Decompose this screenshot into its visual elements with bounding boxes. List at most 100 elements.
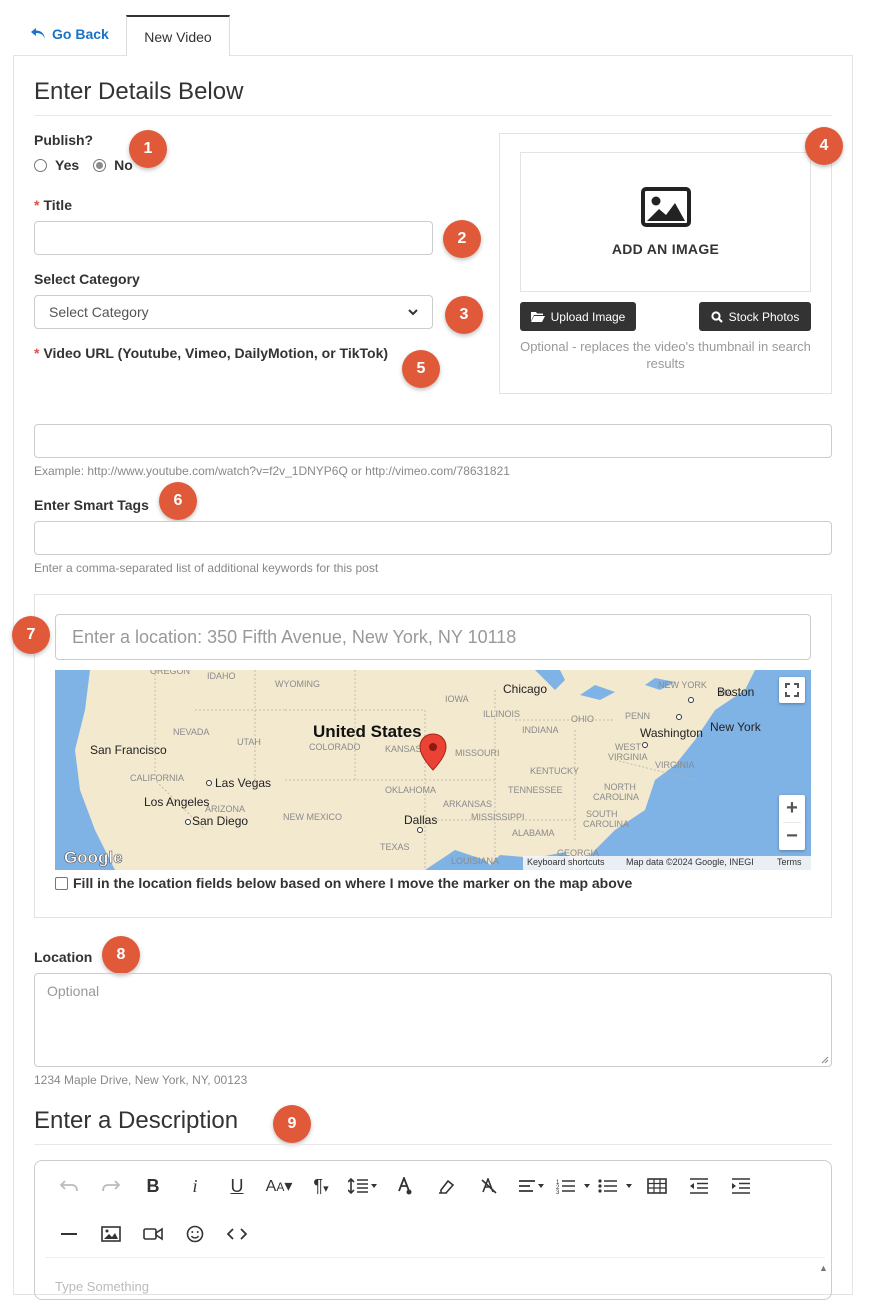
svg-text:KENTUCKY: KENTUCKY: [530, 766, 579, 776]
svg-text:CAROLINA: CAROLINA: [583, 819, 629, 829]
zoom-controls: + −: [779, 795, 805, 850]
add-image-dropzone[interactable]: ADD AN IMAGE: [520, 152, 811, 292]
svg-text:Chicago: Chicago: [503, 682, 547, 696]
category-select[interactable]: Select Category: [34, 295, 433, 329]
title-input[interactable]: [34, 221, 433, 255]
clear-format-button[interactable]: [468, 1169, 510, 1203]
location-search-input[interactable]: Enter a location: 350 Fifth Avenue, New …: [55, 614, 811, 660]
svg-text:OKLAHOMA: OKLAHOMA: [385, 785, 436, 795]
svg-text:New York: New York: [710, 720, 762, 734]
highlight-button[interactable]: [426, 1169, 468, 1203]
step-badge-9: 9: [273, 1105, 311, 1143]
svg-text:NEVADA: NEVADA: [173, 727, 209, 737]
stock-photos-button[interactable]: Stock Photos: [699, 302, 811, 331]
horizontal-rule-button[interactable]: [48, 1217, 90, 1251]
svg-text:3: 3: [556, 1190, 560, 1194]
title-label-text: Title: [43, 197, 72, 213]
rich-text-editor: B i U AA▾ ¶▾ 123 Type Something ▲: [34, 1160, 832, 1300]
fill-location-label: Fill in the location fields below based …: [73, 875, 633, 891]
map-data-attribution: Map data ©2024 Google, INEGI: [626, 857, 754, 867]
location-placeholder: Optional: [47, 983, 100, 999]
zoom-out-button[interactable]: −: [779, 823, 805, 850]
zoom-in-button[interactable]: +: [779, 795, 805, 822]
svg-text:Boston: Boston: [717, 685, 754, 699]
table-icon: [647, 1178, 667, 1194]
chevron-down-icon: [408, 308, 418, 315]
undo-button[interactable]: [48, 1169, 90, 1203]
location-textarea[interactable]: Optional: [34, 973, 832, 1067]
publish-radio-group: Yes No: [34, 157, 133, 173]
step-badge-7: 7: [12, 616, 50, 654]
emoji-button[interactable]: [174, 1217, 216, 1251]
svg-text:PENN: PENN: [625, 711, 650, 721]
smart-tags-help: Enter a comma-separated list of addition…: [34, 561, 379, 575]
svg-text:NEW MEXICO: NEW MEXICO: [283, 812, 342, 822]
redo-button[interactable]: [90, 1169, 132, 1203]
align-button[interactable]: [510, 1169, 552, 1203]
insert-video-button[interactable]: [132, 1217, 174, 1251]
svg-text:VIRGINIA: VIRGINIA: [655, 760, 695, 770]
code-view-button[interactable]: [216, 1217, 258, 1251]
editor-toolbar-divider: [45, 1257, 825, 1258]
font-size-button[interactable]: AA▾: [258, 1169, 300, 1203]
keyboard-shortcuts-link[interactable]: Keyboard shortcuts: [527, 857, 605, 867]
step-badge-2: 2: [443, 220, 481, 258]
stock-photos-label: Stock Photos: [728, 309, 800, 324]
indent-button[interactable]: [720, 1169, 762, 1203]
heading-divider: [34, 115, 832, 116]
paragraph-format-button[interactable]: ¶▾: [300, 1169, 342, 1203]
italic-button[interactable]: i: [174, 1169, 216, 1203]
video-url-input[interactable]: [34, 424, 832, 458]
google-logo: Google: [64, 848, 123, 867]
svg-text:MISSOURI: MISSOURI: [455, 748, 500, 758]
required-mark: *: [34, 345, 40, 361]
resize-handle-icon[interactable]: [821, 1056, 829, 1064]
pilcrow-icon: ¶▾: [313, 1175, 329, 1196]
outdent-button[interactable]: [678, 1169, 720, 1203]
svg-text:CALIFORNIA: CALIFORNIA: [130, 773, 184, 783]
line-height-button[interactable]: [342, 1169, 384, 1203]
fullscreen-icon: [785, 683, 799, 697]
svg-text:OREGON: OREGON: [150, 670, 190, 676]
upload-image-button[interactable]: Upload Image: [520, 302, 636, 331]
search-icon: [711, 310, 723, 323]
scroll-up-arrow-icon[interactable]: ▲: [819, 1263, 828, 1273]
table-button[interactable]: [636, 1169, 678, 1203]
step-badge-4: 4: [805, 127, 843, 165]
description-divider: [34, 1144, 832, 1145]
upload-image-label: Upload Image: [550, 309, 626, 324]
undo-arrow-icon: [31, 28, 45, 39]
unordered-list-button[interactable]: [594, 1169, 636, 1203]
step-badge-6: 6: [159, 482, 197, 520]
fill-location-checkbox[interactable]: [55, 876, 68, 890]
publish-no-radio[interactable]: [93, 158, 107, 172]
publish-yes-radio[interactable]: [34, 158, 47, 172]
image-optional-note: Optional - replaces the video's thumbnai…: [520, 339, 811, 371]
tab-new-video[interactable]: New Video: [126, 15, 230, 56]
go-back-tab[interactable]: Go Back: [30, 26, 109, 42]
svg-text:NORTH: NORTH: [604, 782, 636, 792]
ordered-list-button[interactable]: 123: [552, 1169, 594, 1203]
location-label: Location: [34, 949, 93, 965]
code-icon: [227, 1228, 247, 1240]
fill-location-checkbox-row: Fill in the location fields below based …: [55, 875, 632, 891]
underline-button[interactable]: U: [216, 1169, 258, 1203]
bold-button[interactable]: B: [132, 1169, 174, 1203]
unordered-list-icon: [598, 1179, 632, 1193]
underline-icon: U: [230, 1175, 244, 1196]
map-view[interactable]: OREGON IDAHO WYOMING IOWA ILLINOIS OHIO …: [55, 670, 811, 870]
fullscreen-button[interactable]: [779, 677, 805, 703]
horizontal-line-icon: [61, 1233, 77, 1235]
step-badge-3: 3: [445, 296, 483, 334]
text-color-button[interactable]: [384, 1169, 426, 1203]
step-badge-5: 5: [402, 350, 440, 388]
terms-link[interactable]: Terms: [777, 857, 802, 867]
svg-text:San Francisco: San Francisco: [90, 743, 167, 757]
video-url-label: * Video URL (Youtube, Vimeo, DailyMotion,…: [34, 345, 388, 361]
svg-text:ALABAMA: ALABAMA: [512, 828, 555, 838]
description-heading: Enter a Description: [34, 1107, 239, 1134]
category-selected-value: Select Category: [49, 304, 149, 320]
insert-image-button[interactable]: [90, 1217, 132, 1251]
smart-tags-input[interactable]: [34, 521, 832, 555]
svg-text:LOUISIANA: LOUISIANA: [451, 856, 499, 866]
